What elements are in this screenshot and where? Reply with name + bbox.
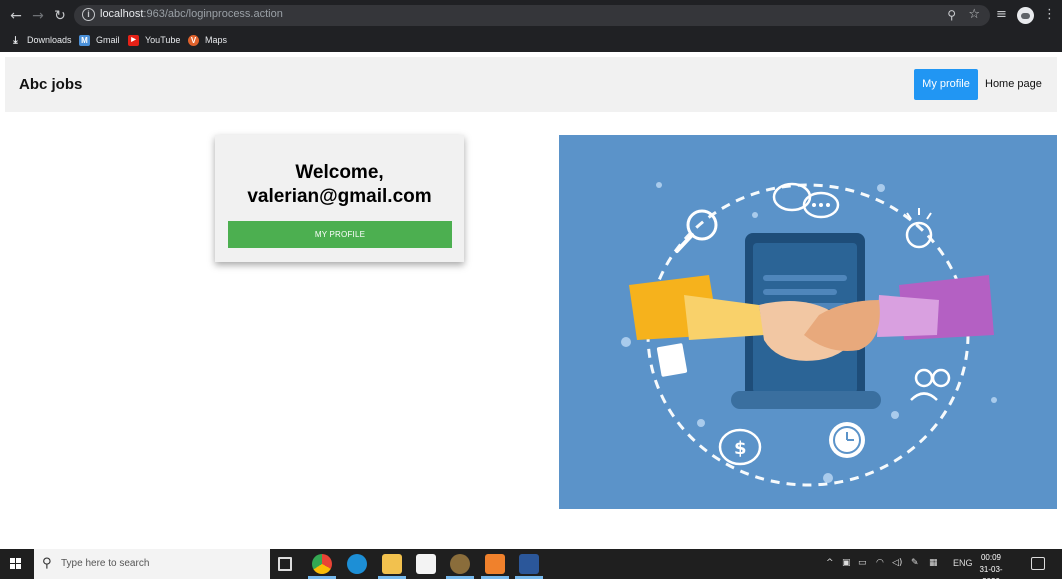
welcome-email: valerian@gmail.com	[247, 186, 432, 207]
menu-icon[interactable]: ⋮	[1043, 7, 1056, 22]
bookmark-maps[interactable]: V Maps	[188, 33, 227, 47]
reading-list-icon[interactable]: ≡	[996, 7, 1007, 22]
url-text[interactable]: localhost:963/abc/loginprocess.action	[100, 8, 283, 20]
keyboard-icon[interactable]: ▦	[929, 558, 938, 568]
windows-taskbar: ⚲ Type here to search ^ ▣ ▭ ◠ ◁) ✎ ▦ ENG…	[0, 549, 1062, 586]
maps-icon: V	[188, 34, 199, 46]
xampp-icon[interactable]	[485, 554, 505, 574]
store-icon[interactable]	[416, 554, 436, 574]
bookmark-downloads[interactable]: ⤓ Downloads	[10, 33, 71, 47]
notifications-icon[interactable]	[1031, 557, 1045, 570]
clock-time: 00:09	[980, 553, 1002, 562]
search-icon: ⚲	[42, 556, 52, 571]
tray-app-icon[interactable]: ▣	[842, 558, 851, 568]
address-bar[interactable]: i localhost:963/abc/loginprocess.action …	[74, 5, 990, 26]
my-profile-button[interactable]: MY PROFILE	[228, 221, 452, 248]
handshake-illustration: $	[559, 135, 1057, 509]
tray-chevron-icon[interactable]: ^	[826, 558, 834, 568]
youtube-icon: ▶	[128, 34, 139, 46]
handshake-illustration-svg: $	[621, 182, 997, 487]
browser-chrome: ← → ↻ i localhost:963/abc/loginprocess.a…	[0, 0, 1062, 52]
back-icon[interactable]: ←	[8, 8, 24, 24]
file-explorer-icon[interactable]	[382, 554, 402, 574]
language-indicator[interactable]: ENG	[953, 558, 973, 568]
zoom-icon[interactable]: ⚲	[947, 8, 956, 22]
word-icon[interactable]	[519, 554, 539, 574]
top-navbar: Abc jobs My profile Home page	[5, 57, 1057, 112]
bookmarks-bar: ⤓ Downloads M Gmail ▶ YouTube V Maps	[0, 31, 1062, 51]
bookmark-youtube[interactable]: ▶ YouTube	[128, 33, 180, 47]
gmail-icon: M	[79, 34, 90, 46]
download-icon: ⤓	[13, 34, 18, 46]
profile-avatar-icon[interactable]	[1017, 7, 1034, 24]
battery-icon[interactable]: ▭	[858, 558, 867, 568]
pen-icon[interactable]: ✎	[911, 558, 919, 568]
task-view-icon[interactable]	[278, 557, 292, 571]
site-info-icon[interactable]: i	[82, 8, 95, 21]
bookmark-star-icon[interactable]: ☆	[968, 7, 980, 22]
clock-date: 31-03-2020	[979, 565, 1003, 586]
nav-home-page-link[interactable]: Home page	[985, 69, 1042, 100]
settings-gear-icon[interactable]	[450, 554, 470, 574]
edge-icon[interactable]	[347, 554, 367, 574]
chrome-icon[interactable]	[312, 554, 332, 574]
nav-my-profile-button[interactable]: My profile	[914, 69, 978, 100]
wifi-icon[interactable]: ◠	[876, 558, 884, 568]
welcome-heading: Welcome, valerian@gmail.com	[215, 161, 464, 209]
bookmark-gmail[interactable]: M Gmail	[79, 33, 120, 47]
forward-icon[interactable]: →	[30, 8, 46, 24]
taskbar-search-box[interactable]: ⚲ Type here to search	[34, 549, 270, 579]
taskbar-clock[interactable]: 00:09 31-03-2020	[972, 552, 1010, 588]
start-windows-icon[interactable]	[10, 558, 22, 570]
taskbar-search-placeholder: Type here to search	[61, 558, 150, 569]
page-content: Abc jobs My profile Home page Welcome, v…	[0, 52, 1062, 548]
welcome-greeting: Welcome,	[295, 162, 384, 183]
browser-toolbar: ← → ↻ i localhost:963/abc/loginprocess.a…	[0, 0, 1062, 32]
svg-text:$: $	[734, 438, 747, 459]
brand-logo[interactable]: Abc jobs	[19, 76, 82, 93]
reload-icon[interactable]: ↻	[52, 8, 68, 24]
welcome-card: Welcome, valerian@gmail.com MY PROFILE	[215, 135, 464, 262]
volume-icon[interactable]: ◁)	[892, 558, 902, 568]
